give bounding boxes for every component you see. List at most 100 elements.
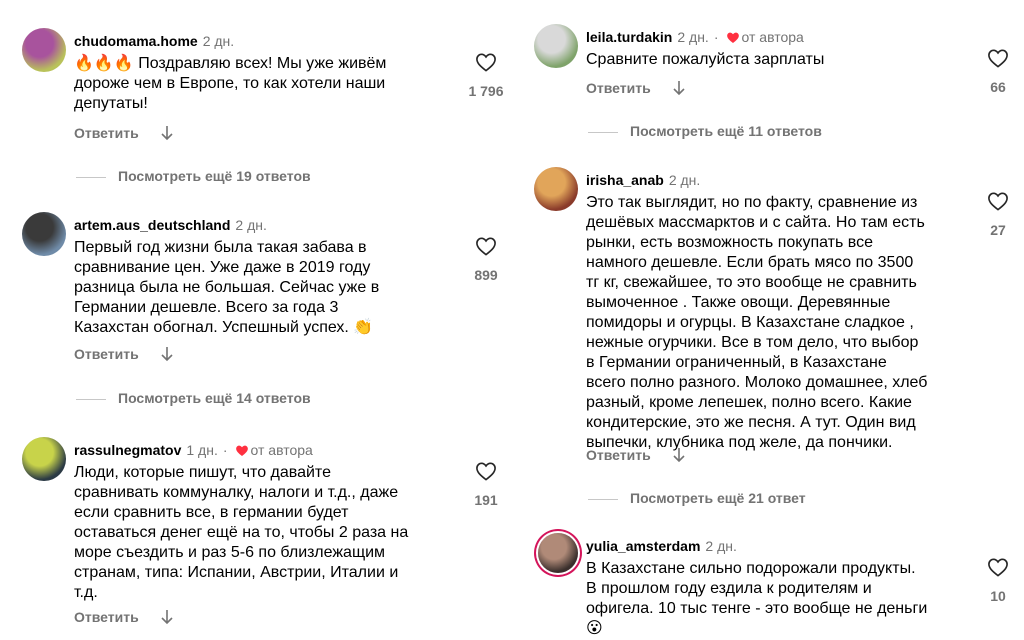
liked-by-author: от автора [741,29,804,45]
heart-outline-icon[interactable] [974,191,1022,211]
arrow-down-icon[interactable] [160,346,174,367]
arrow-down-icon[interactable] [160,609,174,630]
avatar[interactable] [538,533,578,573]
comment-text-line: всего полно разного. Молоко домашнее, хл… [586,374,928,391]
divider [76,176,106,178]
avatar[interactable] [534,24,578,68]
like-box: 66 [974,48,1022,96]
reply-button[interactable]: Ответить [74,124,139,142]
comment-header: leila.turdakin 2 дн. · от автора [586,28,804,48]
comment-text-line: если сравнить все, в германии будет [74,504,349,521]
view-more-replies-label: Посмотреть ещё 19 ответов [118,168,311,184]
comment-time: 2 дн. [235,217,267,233]
comment-text-line: тг кг, свежайшее, то это вообще не сравн… [586,274,917,291]
comment-text-line: вымоченное . Также овощи. Деревянные [586,294,891,311]
comment-text-line: 🔥🔥🔥 Поздравляю всех! Мы уже живём [74,55,387,72]
comment-text-line: Люди, которые пишут, что давайте [74,464,331,481]
avatar[interactable] [22,28,66,72]
like-count: 10 [990,588,1006,604]
username[interactable]: irisha_anab [586,172,664,188]
comment-text-line: разница была не большая. Сейчас уже в [74,279,380,296]
like-box: 1 796 [462,52,510,100]
username[interactable]: rassulnegmatov [74,442,181,458]
liked-by-author: от автора [250,442,313,458]
comment-text-line: сравнивать коммуналку, налоги и т.д., да… [74,484,399,501]
arrow-down-icon[interactable] [672,80,686,101]
view-more-replies[interactable]: Посмотреть ещё 19 ответов [76,167,311,185]
comment-text-line: дороже чем в Европе, то как хотели наши [74,75,386,92]
view-more-replies-label: Посмотреть ещё 11 ответов [630,123,822,139]
avatar[interactable] [534,167,578,211]
like-box: 899 [462,236,510,284]
comment-text-line: разный, кроме лепешек, полно всего. Каки… [586,394,912,411]
comment-text-line: Германии дешевле. Всего за года 3 [74,299,339,316]
comment-text-line: т.д. [74,584,98,601]
heart-outline-icon[interactable] [462,461,510,481]
divider [588,131,618,133]
view-more-replies[interactable]: Посмотреть ещё 21 ответ [588,489,806,507]
comment: irisha_anab 2 дн. Это так выглядит, но по … [512,167,1024,506]
username[interactable]: chudomama.home [74,33,198,49]
view-more-replies[interactable]: Посмотреть ещё 11 ответов [588,122,822,140]
avatar[interactable] [22,212,66,256]
comment: rassulnegmatov 1 дн. · от автора Люди, котор… [0,437,512,625]
comment-text-line: кондитерские, это же песня. А тут. Один … [586,414,916,431]
comment-text: Первый год жизни была такая забава в срав… [74,238,454,338]
separator-dot: · [713,29,719,45]
comment: yulia_amsterdam 2 дн. В Казахстане сильно … [512,533,1024,637]
comment-text: В Казахстане сильно подорожали продукты.… [586,559,966,639]
comment-text-line: помидоры и огурцы. В Казахстане сладкое … [586,314,914,331]
comment-header: chudomama.home 2 дн. [74,32,234,50]
comment-header: rassulnegmatov 1 дн. · от автора [74,441,313,461]
comment-time: 2 дн. [705,538,737,554]
heart-outline-icon[interactable] [462,236,510,256]
comment-header: yulia_amsterdam 2 дн. [586,537,737,555]
comment-text: 🔥🔥🔥 Поздравляю всех! Мы уже живём дороже … [74,54,454,114]
comment-text-line: офигела. 10 тыс тенге - это вообще не де… [586,600,928,617]
comment-text-line: Сравните пожалуйста зарплаты [586,51,825,68]
arrow-down-icon[interactable] [160,125,174,146]
comment-text-line: сравнивание цен. Уже даже в 2019 году [74,259,371,276]
divider [588,498,618,500]
comment-text: Это так выглядит, но по факту, сравнение… [586,193,966,453]
comment-text: Сравните пожалуйста зарплаты [586,50,966,70]
view-more-replies[interactable]: Посмотреть ещё 14 ответов [76,389,311,407]
comment-header: irisha_anab 2 дн. [586,171,700,189]
like-count: 27 [990,222,1006,238]
comment-text-line: намного дешевле. Если брать мясо по 3500 [586,254,914,271]
comment-time: 2 дн. [668,172,701,188]
comment-text-line: в Германии ограниченный, в Казахстане [586,354,887,371]
view-more-replies-label: Посмотреть ещё 21 ответ [630,490,806,506]
like-count: 66 [990,79,1006,95]
comment-text-line: нежные огурчики. Все в том дело, что выб… [586,334,919,351]
reply-button[interactable]: Ответить [74,345,139,363]
username[interactable]: leila.turdakin [586,29,672,45]
reply-button[interactable]: Ответить [74,608,139,626]
comment-text-line: В Казахстане сильно подорожали продукты. [586,560,916,577]
reply-button[interactable]: Ответить [586,446,651,464]
comment-text-line: В прошлом году ездила к родителям и [586,580,872,597]
heart-outline-icon[interactable] [462,52,510,72]
arrow-down-icon[interactable] [672,447,686,468]
heart-outline-icon[interactable] [974,557,1022,577]
comment-time: 2 дн. [677,29,709,45]
comment: leila.turdakin 2 дн. · от автора Сравните по… [512,24,1024,139]
username[interactable]: yulia_amsterdam [586,538,700,554]
like-box: 27 [974,191,1022,239]
view-more-replies-label: Посмотреть ещё 14 ответов [118,390,311,406]
heart-filled-icon [235,443,249,461]
heart-outline-icon[interactable] [974,48,1022,68]
comment-text-line: 😮 [586,620,603,637]
comment: chudomama.home 2 дн. 🔥🔥🔥 Поздравляю всех! … [0,28,512,184]
like-box: 10 [974,557,1022,605]
reply-button[interactable]: Ответить [586,79,651,97]
divider [76,398,106,400]
like-count: 899 [474,267,498,283]
comment-header: artem.aus_deutschland 2 дн. [74,216,267,234]
comment-text-line: дешёвых массмарктов и с сайта. Но там ес… [586,214,925,231]
separator-dot: · [222,442,228,458]
avatar[interactable] [22,437,66,481]
comment-text-line: море съездить и раз 5-6 по близлежащим [74,544,386,561]
username[interactable]: artem.aus_deutschland [74,217,230,233]
like-count: 1 796 [468,83,504,99]
